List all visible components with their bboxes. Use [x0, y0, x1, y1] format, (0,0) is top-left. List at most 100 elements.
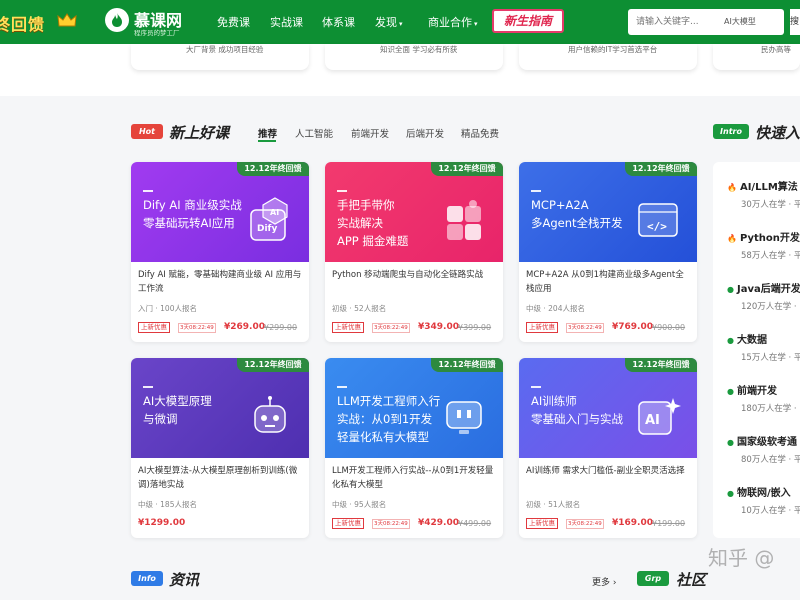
search-hot-tag[interactable]: AI大模型 [724, 16, 756, 27]
course-card[interactable]: 12.12年终回馈 MCP+A2A 多Agent全栈开发 </> MCP+A2A 从0… [519, 162, 697, 342]
fire-icon: 🔥 [727, 234, 737, 243]
monitor-bot-icon [446, 401, 482, 434]
course-price: ¥429.00 [418, 518, 459, 528]
nav-discover[interactable]: 发现 ▾ [375, 14, 403, 30]
tab-backend[interactable]: 后端开发 [406, 126, 444, 140]
caret-down-icon: ▾ [399, 20, 403, 28]
promo-countdown: 3天08:22:49 [566, 323, 604, 333]
year-end-ribbon: 12.12年终回馈 [625, 162, 697, 176]
course-meta: 中级 · 185人报名 [138, 500, 197, 509]
price-row: 上新优惠 3天08:22:49 ¥429.00 ¥499.00 [332, 518, 498, 530]
year-end-ribbon: 12.12年终回馈 [237, 162, 309, 176]
promo-countdown: 3天08:22:49 [372, 519, 410, 529]
course-banner[interactable]: 12.12年终回馈 AI训练师 零基础入门与实战 AI [519, 358, 697, 458]
quick-entry-item[interactable]: 🔥 Python开发 [727, 229, 800, 244]
quick-entry-panel [713, 162, 800, 538]
tab-recommended[interactable]: 推荐 [258, 126, 277, 140]
promo-countdown: 3天08:22:49 [178, 323, 216, 333]
course-original-price: ¥299.00 [264, 323, 298, 332]
nav-practical-courses[interactable]: 实战课 [270, 14, 303, 30]
quick-entry-learners: 120万人在学 · [741, 302, 797, 312]
tab-frontend[interactable]: 前端开发 [351, 126, 389, 140]
svg-text:</>: </> [647, 220, 667, 233]
course-banner[interactable]: 12.12年终回馈 MCP+A2A 多Agent全栈开发 </> [519, 162, 697, 262]
quick-entry-item[interactable]: ● 大数据 [727, 331, 767, 346]
hot-badge: Hot [131, 124, 163, 139]
quick-entry-learners: 80万人在学 · 平 [741, 455, 800, 465]
search-box: AI大模型 [628, 9, 784, 35]
banner-dash [143, 190, 153, 192]
search-input[interactable] [636, 14, 718, 30]
section-title-community: 社区 [676, 571, 707, 589]
more-link[interactable]: 更多 › [592, 575, 617, 588]
price-row: 上新优惠 3天08:22:49 ¥349.00 ¥399.00 [332, 322, 498, 334]
quick-entry-name: 前端开发 [736, 386, 777, 397]
course-card[interactable]: 12.12年终回馈 AI大模型原理 与微调 AI大模型算法-从大模型原理剖析到训练(… [131, 358, 309, 538]
feature-card: 民办高等 [713, 44, 800, 70]
price-row: 上新优惠 3天08:22:49 ¥269.00 ¥299.00 [138, 322, 304, 334]
course-banner[interactable]: 12.12年终回馈 手把手带你 实战解决 APP 掘金难题 [325, 162, 503, 262]
robot-icon [254, 396, 286, 433]
year-end-ribbon: 12.12年终回馈 [237, 358, 309, 372]
nav-business[interactable]: 商业合作 ▾ [428, 14, 478, 30]
quick-entry-name: Python开发 [739, 233, 800, 244]
course-card[interactable]: 12.12年终回馈 LLM开发工程师入行 实战：从0到1开发 轻量化私有大模型 LL… [325, 358, 503, 538]
course-title[interactable]: LLM开发工程师入行实战--从0到1开发轻量化私有大模型 [332, 464, 498, 492]
year-end-ribbon: 12.12年终回馈 [431, 358, 503, 372]
dot-icon: ● [727, 387, 734, 396]
promo-banner-text[interactable]: 终回馈 [0, 11, 45, 35]
quick-entry-item[interactable]: ● 前端开发 [727, 382, 777, 397]
course-price: ¥769.00 [612, 322, 653, 332]
svg-text:AI: AI [270, 208, 279, 217]
quick-entry-learners: 15万人在学 · 平 [741, 353, 800, 363]
course-card[interactable]: 12.12年终回馈 手把手带你 实战解决 APP 掘金难题 Python 移动端爬虫… [325, 162, 503, 342]
course-card[interactable]: 12.12年终回馈 Dify AI 商业级实战 零基础玩转AI应用 Dify AI Di… [131, 162, 309, 342]
quick-entry-name: Java后端开发 [736, 284, 800, 295]
course-banner[interactable]: 12.12年终回馈 AI大模型原理 与微调 [131, 358, 309, 458]
top-navbar: 终回馈 慕课网 程序员的梦工厂 免费课 实战课 体系课 发现 ▾ 商业合作 ▾ 新生… [0, 0, 800, 44]
banner-dash [337, 386, 347, 388]
course-card[interactable]: 12.12年终回馈 AI训练师 零基础入门与实战 AI AI训练师 需求大门槛低-副业… [519, 358, 697, 538]
price-row: ¥1299.00 [138, 518, 304, 530]
banner-dash [531, 190, 541, 192]
fire-icon: 🔥 [727, 183, 737, 192]
feature-card: 用户信赖的IT学习首选平台 [519, 44, 697, 70]
new-student-guide-badge[interactable]: 新生指南 [492, 9, 564, 33]
course-banner[interactable]: 12.12年终回馈 Dify AI 商业级实战 零基础玩转AI应用 Dify AI [131, 162, 309, 262]
puzzle-icon [447, 200, 481, 240]
course-title[interactable]: Dify AI 赋能，零基础构建商业级 AI 应用与工作流 [138, 268, 304, 296]
tab-free[interactable]: 精品免费 [461, 126, 499, 140]
quick-entry-name: AI/LLM算法 [739, 182, 798, 193]
watermark: 知乎 @ [708, 546, 775, 570]
price-row: 上新优惠 3天08:22:49 ¥769.00 ¥900.00 [526, 322, 692, 334]
course-title[interactable]: AI大模型算法-从大模型原理剖析到训练(微调)落地实战 [138, 464, 304, 492]
promo-countdown: 3天08:22:49 [372, 323, 410, 333]
quick-entry-name: 物联网/嵌入 [736, 488, 791, 499]
search-button[interactable]: 搜 [790, 9, 800, 35]
course-title[interactable]: AI训练师 需求大门槛低-副业全职灵活选择 [526, 464, 692, 492]
nav-business-label: 商业合作 [428, 16, 472, 29]
course-price: ¥169.00 [612, 518, 653, 528]
nav-free-courses[interactable]: 免费课 [217, 14, 250, 30]
quick-entry-item[interactable]: 🔥 AI/LLM算法 [727, 178, 798, 193]
quick-entry-item[interactable]: ● Java后端开发 [727, 280, 800, 295]
section-title-quick-entry: 快速入 [755, 124, 800, 142]
quick-entry-item[interactable]: ● 国家级软考通 [727, 433, 797, 448]
course-banner[interactable]: 12.12年终回馈 LLM开发工程师入行 实战：从0到1开发 轻量化私有大模型 [325, 358, 503, 458]
course-title[interactable]: Python 移动端爬虫与自动化全链路实战 [332, 268, 498, 296]
caret-down-icon: ▾ [474, 20, 478, 28]
course-title[interactable]: MCP+A2A 从0到1构建商业级多Agent全栈应用 [526, 268, 692, 296]
nav-system-courses[interactable]: 体系课 [322, 14, 355, 30]
dot-icon: ● [727, 336, 734, 345]
course-original-price: ¥199.00 [652, 519, 686, 528]
promo-tag: 上新优惠 [332, 518, 364, 529]
ai-sparkle-icon: AI [638, 398, 681, 435]
year-end-ribbon: 12.12年终回馈 [431, 162, 503, 176]
dify-ai-icon: Dify AI [250, 197, 288, 241]
svg-text:AI: AI [645, 413, 660, 428]
tab-ai[interactable]: 人工智能 [295, 126, 333, 140]
feature-text: 知识全面 学习必有所获 [380, 45, 458, 54]
quick-entry-item[interactable]: ● 物联网/嵌入 [727, 484, 791, 499]
quick-entry-learners: 58万人在学 · 平 [741, 251, 800, 261]
promo-tag: 上新优惠 [332, 322, 364, 333]
